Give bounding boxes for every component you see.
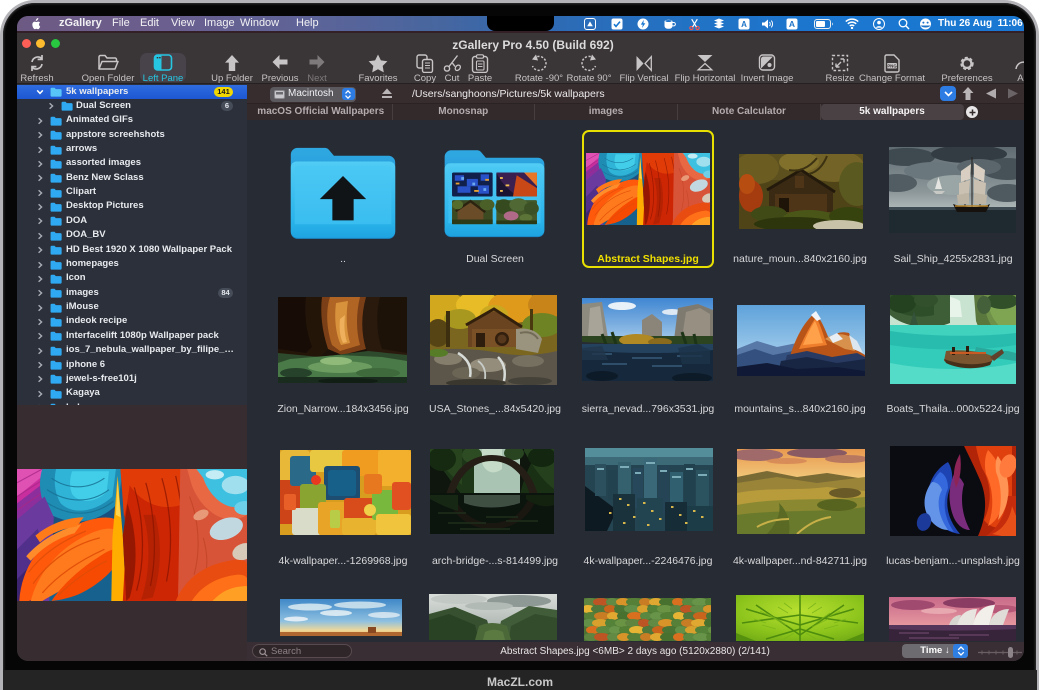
svg-text:A: A	[789, 19, 795, 29]
svg-text:PNG: PNG	[887, 63, 897, 68]
svg-text:A: A	[741, 20, 747, 29]
